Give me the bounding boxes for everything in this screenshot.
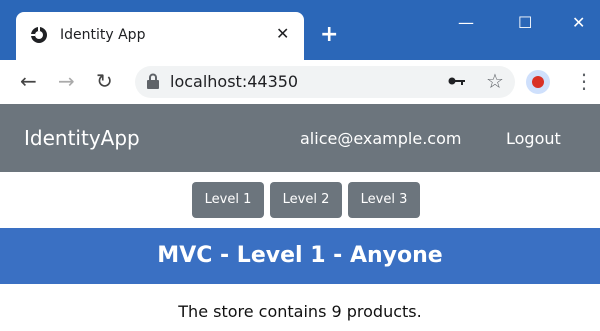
url-text[interactable]: localhost:44350	[170, 72, 298, 92]
minimize-button[interactable]: —	[458, 14, 474, 32]
level-3-button[interactable]: Level 3	[348, 182, 420, 218]
tab-close-icon[interactable]: ✕	[276, 24, 289, 44]
user-email: alice@example.com	[300, 129, 462, 148]
lock-icon	[147, 73, 159, 89]
menu-icon[interactable]: ⋮	[574, 70, 594, 92]
profile-icon[interactable]	[526, 70, 550, 94]
level-2-button[interactable]: Level 2	[270, 182, 342, 218]
globe-icon	[31, 27, 47, 43]
level-1-button[interactable]: Level 1	[192, 182, 264, 218]
reload-icon[interactable]: ↻	[96, 70, 113, 92]
close-window-button[interactable]: ✕	[572, 14, 585, 32]
star-icon[interactable]: ☆	[486, 70, 504, 92]
page-title: MVC - Level 1 - Anyone	[157, 243, 443, 268]
tab-title: Identity App	[60, 27, 146, 43]
browser-titlebar: Identity App ✕ + — ☐ ✕	[0, 0, 600, 60]
new-tab-button[interactable]: +	[320, 24, 338, 46]
product-count-text: The store contains 9 products.	[178, 302, 422, 321]
key-icon[interactable]	[448, 76, 466, 86]
profile-avatar-dot	[532, 76, 544, 88]
logout-link[interactable]: Logout	[506, 128, 561, 150]
maximize-button[interactable]: ☐	[518, 14, 532, 32]
forward-arrow-icon[interactable]: →	[58, 70, 75, 92]
brand-link[interactable]: IdentityApp	[24, 125, 140, 151]
browser-tab[interactable]: Identity App ✕	[16, 12, 304, 60]
back-arrow-icon[interactable]: ←	[20, 70, 37, 92]
